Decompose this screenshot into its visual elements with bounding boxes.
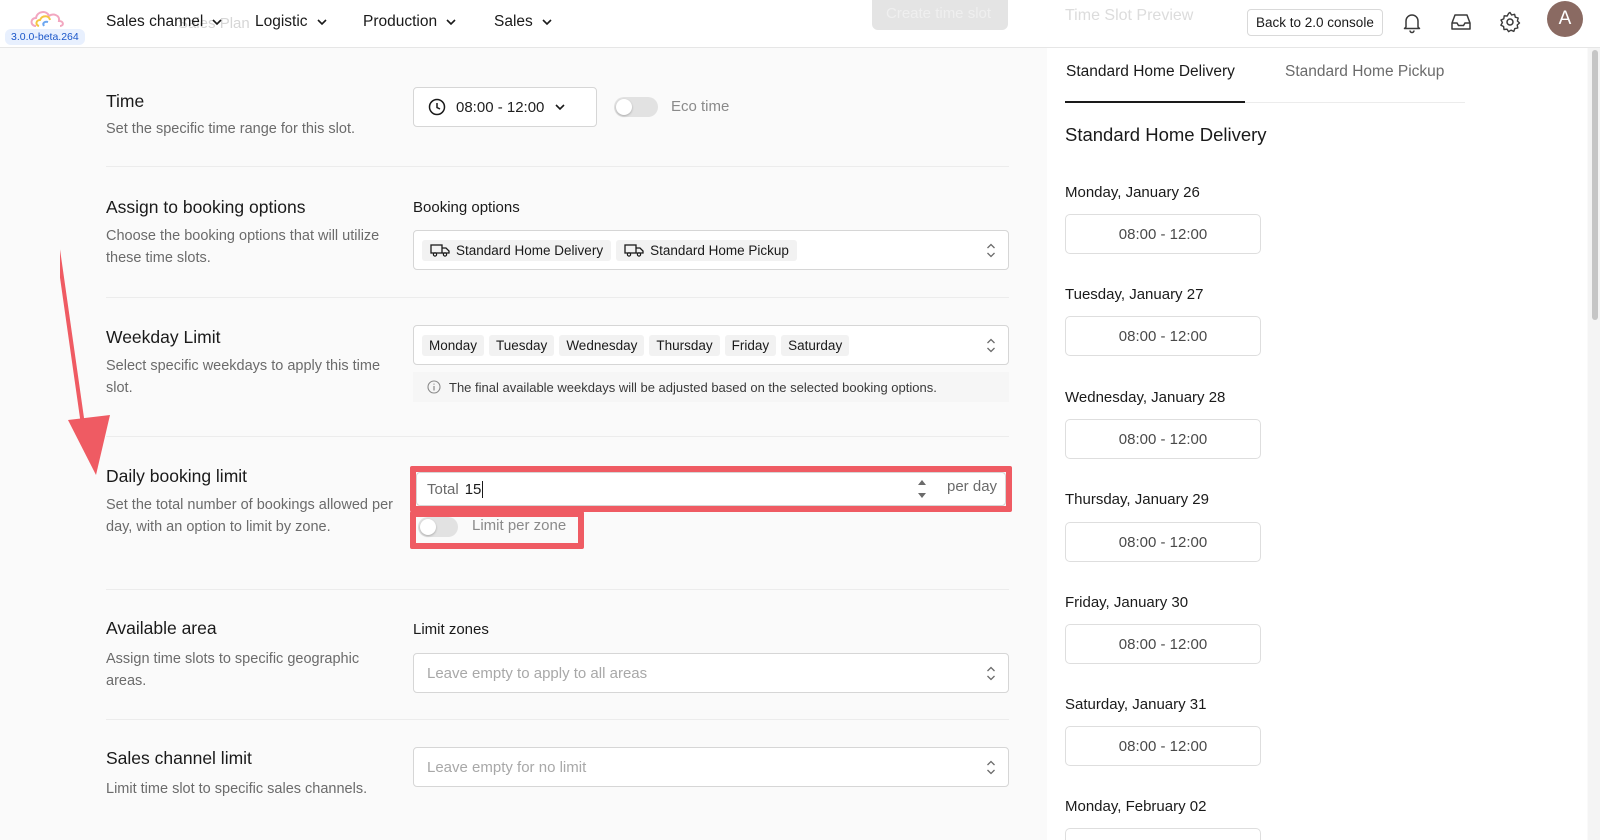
inbox-icon[interactable]: [1449, 10, 1473, 34]
preview-title: Standard Home Delivery: [1065, 124, 1267, 145]
day-label: Monday, January 26: [1065, 184, 1200, 201]
tab-standard-home-pickup[interactable]: Standard Home Pickup: [1285, 63, 1444, 81]
chevron-down-icon: [555, 104, 565, 111]
weekday-select[interactable]: Monday Tuesday Wednesday Thursday Friday…: [413, 325, 1009, 365]
booking-option-tag[interactable]: Standard Home Delivery: [422, 239, 612, 261]
nav-label: Logistic: [255, 13, 308, 30]
day-label: Monday, February 02: [1065, 798, 1207, 815]
weekday-tag[interactable]: Monday: [422, 334, 485, 356]
sales-channel-limit-description: Limit time slot to specific sales channe…: [106, 781, 368, 797]
booking-option-label: Standard Home Delivery: [456, 242, 604, 258]
clock-icon: [428, 98, 446, 116]
sales-channel-select[interactable]: Leave empty for no limit: [413, 747, 1009, 787]
booking-option-label: Standard Home Pickup: [650, 242, 789, 258]
day-label: Friday, January 30: [1065, 594, 1189, 611]
scrollbar-thumb[interactable]: [1592, 50, 1598, 320]
limit-zones-select[interactable]: Leave empty to apply to all areas: [413, 653, 1009, 693]
weekday-tag[interactable]: Thursday: [649, 334, 720, 356]
divider: [106, 719, 1009, 720]
sales-channel-limit-title: Sales channel limit: [106, 748, 252, 768]
number-spinner[interactable]: [915, 472, 929, 506]
weekday-tag[interactable]: Tuesday: [489, 334, 555, 356]
time-slot[interactable]: 08:00 - 12:00: [1065, 316, 1261, 356]
time-range-select[interactable]: 08:00 - 12:00: [413, 87, 597, 127]
toggle-knob: [616, 99, 632, 115]
toggle-knob: [420, 519, 436, 535]
up-down-icon: [987, 338, 995, 353]
time-description: Set the specific time range for this slo…: [106, 121, 356, 137]
nav-sales[interactable]: Sales: [494, 13, 553, 31]
time-slot[interactable]: 08:00 - 12:00: [1065, 726, 1261, 766]
daily-limit-value: 15: [464, 480, 484, 498]
limit-per-zone-label: Limit per zone: [472, 517, 567, 534]
day-label: Wednesday, January 28: [1065, 389, 1226, 406]
weekday-tag[interactable]: Saturday: [781, 334, 850, 356]
user-avatar[interactable]: A: [1547, 1, 1583, 37]
divider: [106, 589, 1009, 590]
daily-limit-description: Set the total number of bookings allowed…: [106, 497, 393, 535]
limit-zones-placeholder: Leave empty to apply to all areas: [427, 664, 648, 682]
weekday-tag[interactable]: Friday: [724, 334, 777, 356]
version-badge: 3.0.0-beta.264: [5, 29, 85, 45]
sales-channel-placeholder: Leave empty for no limit: [427, 758, 587, 776]
booking-options-description: Choose the booking options that will uti…: [106, 228, 380, 266]
tab-standard-home-delivery[interactable]: Standard Home Delivery: [1066, 63, 1235, 81]
truck-icon: [624, 244, 644, 257]
chevron-down-icon: [316, 19, 327, 26]
booking-option-tag[interactable]: Standard Home Pickup: [616, 239, 797, 261]
divider: [106, 297, 1009, 298]
divider: [106, 436, 1009, 437]
weekday-tag[interactable]: Wednesday: [559, 334, 645, 356]
gear-icon[interactable]: [1498, 10, 1522, 34]
chevron-down-icon: [446, 19, 456, 26]
time-slot[interactable]: 08:00 - 12:00: [1065, 624, 1261, 664]
available-area-title: Available area: [106, 618, 217, 638]
time-range-value: 08:00 - 12:00: [456, 98, 545, 116]
day-label: Tuesday, January 27: [1065, 286, 1204, 303]
up-down-icon: [987, 760, 995, 775]
eco-time-toggle[interactable]: [614, 97, 658, 117]
weekday-limit-description: Select specific weekdays to apply this t…: [106, 358, 381, 396]
time-slot[interactable]: 08:00 - 12:00: [1065, 419, 1261, 459]
annotation-arrow: [60, 249, 110, 475]
per-day-suffix: per day: [947, 478, 998, 495]
limit-zones-label: Limit zones: [413, 621, 489, 638]
chevron-down-icon: [212, 19, 222, 26]
nav-production[interactable]: Production: [363, 13, 457, 31]
available-area-description: Assign time slots to specific geographic…: [106, 651, 360, 689]
active-tab-indicator: [1065, 101, 1245, 103]
booking-options-label: Booking options: [413, 199, 520, 216]
booking-options-select[interactable]: Standard Home Delivery Standard Home Pic…: [413, 230, 1009, 270]
day-label: Saturday, January 31: [1065, 696, 1207, 713]
eco-time-label: Eco time: [671, 98, 730, 115]
truck-icon: [430, 244, 450, 257]
preview-ghost-title: Time Slot Preview: [1065, 7, 1194, 24]
weekday-hint: The final available weekdays will be adj…: [413, 372, 1009, 402]
info-icon: [427, 380, 441, 394]
limit-per-zone-toggle[interactable]: [418, 517, 458, 537]
nav-logistic[interactable]: Logistic: [255, 13, 328, 31]
chevron-down-icon: [542, 19, 552, 26]
bell-icon[interactable]: [1400, 10, 1424, 34]
total-prefix: Total: [427, 480, 459, 498]
nav-label: Production: [363, 13, 438, 30]
day-label: Thursday, January 29: [1065, 491, 1209, 508]
up-down-icon: [987, 243, 995, 258]
nav-label: Sales channel: [106, 13, 204, 30]
divider: [106, 166, 1009, 167]
nav-label: Sales: [494, 13, 533, 30]
back-to-console-button[interactable]: Back to 2.0 console: [1247, 9, 1383, 36]
weekday-hint-text: The final available weekdays will be adj…: [449, 379, 937, 395]
create-time-slot-button[interactable]: Create time slot: [872, 0, 1008, 30]
time-slot[interactable]: [1065, 828, 1261, 840]
up-down-icon: [987, 666, 995, 681]
time-slot[interactable]: 08:00 - 12:00: [1065, 214, 1261, 254]
nav-sales-channel[interactable]: Sales channel: [106, 13, 223, 31]
app-logo[interactable]: [30, 8, 66, 30]
time-slot[interactable]: 08:00 - 12:00: [1065, 522, 1261, 562]
